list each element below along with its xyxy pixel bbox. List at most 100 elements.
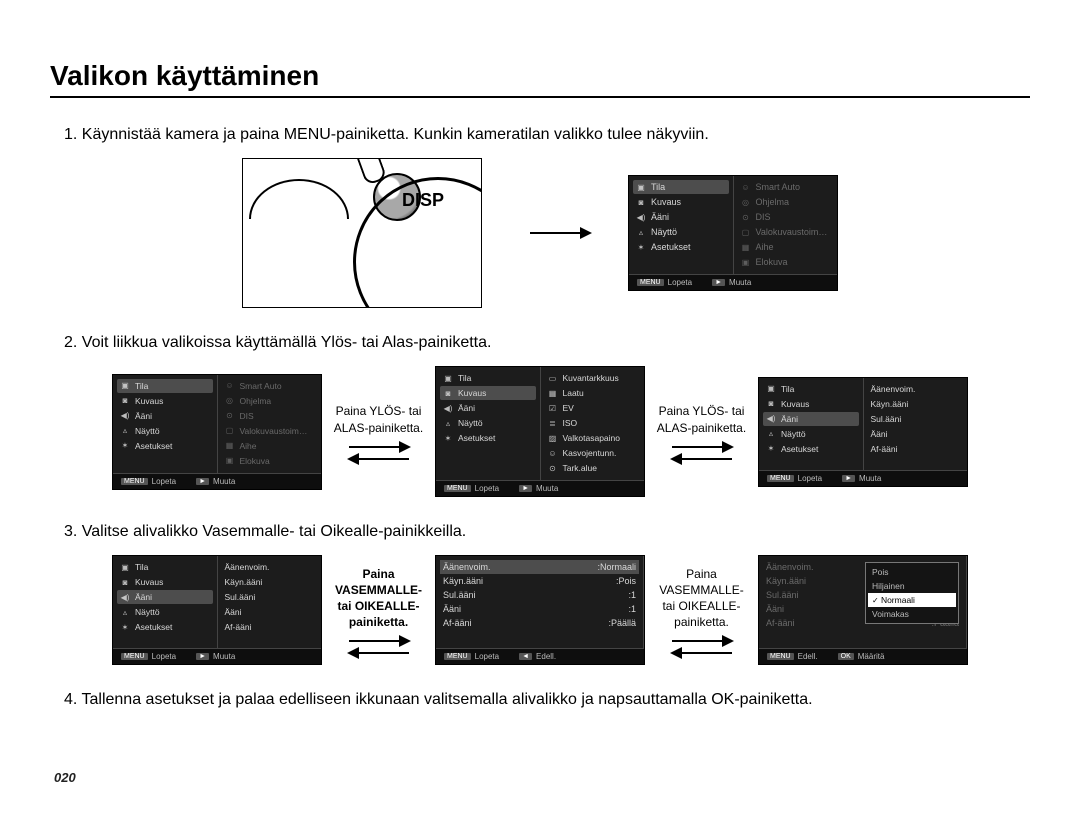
menu-item: ◀)Ääni: [117, 590, 213, 604]
menu-item: ◀)Ääni: [440, 401, 536, 415]
menu-item: ◀)Ääni: [763, 412, 859, 426]
dial-label: DISP: [402, 190, 444, 211]
menu-item: ▵Näyttö: [117, 424, 213, 438]
camera-drawing: DISP: [242, 158, 482, 308]
submenu-row: Äänenvoim.:Normaali: [440, 560, 639, 574]
submenu-row: Sul.ääni:1: [440, 588, 639, 602]
menu-item: ▣Tila: [763, 382, 859, 396]
menu-item: Käyn.ääni: [222, 575, 318, 589]
row-3: ▣Tila ◙Kuvaus ◀)Ääni ▵Näyttö ✶Asetukset …: [50, 555, 1030, 665]
menu-item: Af-ääni: [222, 620, 318, 634]
menu-item: Ääni: [222, 605, 318, 619]
popup-option: Pois: [868, 565, 956, 579]
menu-item: ▦Aihe: [222, 439, 318, 453]
mid-label: Paina VASEMMALLE- tai OIKEALLE-painikett…: [326, 566, 431, 631]
menu-item: ✶Asetukset: [763, 442, 859, 456]
menu-item: ✶Asetukset: [117, 439, 213, 453]
arrow-left-icon: [672, 458, 732, 460]
menu-item: ≣ISO: [545, 416, 641, 430]
lcd-panel-3c: Äänenvoim. Käyn.ääni Sul.ääni Ääni Af-ää…: [758, 555, 968, 665]
arrow-right-icon: [349, 640, 409, 642]
arrow-right-icon: [672, 640, 732, 642]
arrow-left-icon: [349, 652, 409, 654]
page-title: Valikon käyttäminen: [50, 60, 1030, 98]
menu-item: ▢Valokuvaustoim…: [222, 424, 318, 438]
menu-item: ◙Kuvaus: [117, 394, 213, 408]
menu-item: ◎Ohjelma: [222, 394, 318, 408]
menu-item: ▣Elokuva: [222, 454, 318, 468]
submenu-row: Af-ääni:Päällä: [440, 616, 639, 630]
menu-item: Ääni: [868, 427, 964, 441]
menu-item: ◀)Ääni: [117, 409, 213, 423]
menu-item: Äänenvoim.: [868, 382, 964, 396]
popup-option-selected: Normaali: [868, 593, 956, 607]
arrow-left-icon: [672, 652, 732, 654]
step-2-text: 2. Voit liikkua valikoissa käyttämällä Y…: [64, 334, 1030, 352]
lcd-panel-2b: ▣Tila ◙Kuvaus ◀)Ääni ▵Näyttö ✶Asetukset …: [435, 366, 645, 497]
menu-item: ▵Näyttö: [763, 427, 859, 441]
menu-item: ⊙Tark.alue: [545, 461, 641, 475]
menu-item: ▣Tila: [633, 180, 729, 194]
step-4-text: 4. Tallenna asetukset ja palaa edellisee…: [64, 691, 1030, 709]
arrows-and-label: Paina YLÖS- tai ALAS-painiketta.: [326, 403, 431, 459]
menu-item: ▭Kuvantarkkuus: [545, 371, 641, 385]
arrow-right-icon: [672, 446, 732, 448]
menu-item: ▨Valkotasapaino: [545, 431, 641, 445]
arrow-left-icon: [349, 458, 409, 460]
step-3-text: 3. Valitse alivalikko Vasemmalle- tai Oi…: [64, 523, 1030, 541]
menu-item: ✶Asetukset: [117, 620, 213, 634]
submenu-row: Käyn.ääni:Pois: [440, 574, 639, 588]
menu-item: ◙Kuvaus: [633, 195, 729, 209]
menu-item: ▣Tila: [117, 379, 213, 393]
menu-item: ◙Kuvaus: [117, 575, 213, 589]
menu-item: ▦Aihe: [738, 240, 834, 254]
lcd-panel-2c: ▣Tila ◙Kuvaus ◀)Ääni ▵Näyttö ✶Asetukset …: [758, 377, 968, 487]
menu-item: ▢Valokuvaustoim…: [738, 225, 834, 239]
menu-item: ▦Laatu: [545, 386, 641, 400]
menu-item: ⊙DIS: [738, 210, 834, 224]
menu-item: Af-ääni: [868, 442, 964, 456]
popup-option: Voimakas: [868, 607, 956, 621]
mid-label: Paina YLÖS- tai ALAS-painiketta.: [326, 403, 431, 435]
menu-item: ✶Asetukset: [440, 431, 536, 445]
lcd-panel-3b: Äänenvoim.:Normaali Käyn.ääni:Pois Sul.ä…: [435, 555, 645, 665]
menu-item: ☺Kasvojentunn.: [545, 446, 641, 460]
row-1: DISP ▣Tila ◙Kuvaus ◀)Ääni ▵Näyttö ✶Asetu…: [50, 158, 1030, 308]
arrows-and-label: Paina VASEMMALLE- tai OIKEALLE-painikett…: [326, 566, 431, 655]
page-number: 020: [54, 770, 76, 785]
lcd-panel-3a: ▣Tila ◙Kuvaus ◀)Ääni ▵Näyttö ✶Asetukset …: [112, 555, 322, 665]
menu-item: Äänenvoim.: [222, 560, 318, 574]
arrows-and-label: Paina YLÖS- tai ALAS-painiketta.: [649, 403, 754, 459]
popup-option: Hiljainen: [868, 579, 956, 593]
mid-label: Paina VASEMMALLE- tai OIKEALLE-painikett…: [649, 566, 754, 631]
menu-item: ✶Asetukset: [633, 240, 729, 254]
submenu-row: Ääni:1: [440, 602, 639, 616]
menu-item: ▣Tila: [440, 371, 536, 385]
menu-item: ▣Elokuva: [738, 255, 834, 269]
option-popup: Pois Hiljainen Normaali Voimakas: [865, 562, 959, 624]
menu-item: ☑EV: [545, 401, 641, 415]
menu-item: ☺Smart Auto: [738, 180, 834, 194]
row-2: ▣Tila ◙Kuvaus ◀)Ääni ▵Näyttö ✶Asetukset …: [50, 366, 1030, 497]
menu-item: ◙Kuvaus: [440, 386, 536, 400]
menu-item: ▵Näyttö: [440, 416, 536, 430]
menu-item: ⊙DIS: [222, 409, 318, 423]
menu-item: ◙Kuvaus: [763, 397, 859, 411]
lcd-panel-1: ▣Tila ◙Kuvaus ◀)Ääni ▵Näyttö ✶Asetukset …: [628, 175, 838, 291]
lcd-footer: MENULopeta ►Muuta: [629, 274, 837, 290]
menu-item: Sul.ääni: [222, 590, 318, 604]
menu-item: ◎Ohjelma: [738, 195, 834, 209]
lcd-panel-2a: ▣Tila ◙Kuvaus ◀)Ääni ▵Näyttö ✶Asetukset …: [112, 374, 322, 490]
mid-label: Paina YLÖS- tai ALAS-painiketta.: [649, 403, 754, 435]
step-1-text: 1. Käynnistää kamera ja paina MENU-paini…: [64, 126, 1030, 144]
menu-item: ◀)Ääni: [633, 210, 729, 224]
menu-item: Sul.ääni: [868, 412, 964, 426]
menu-item: Käyn.ääni: [868, 397, 964, 411]
arrow-right-icon: [530, 232, 590, 234]
menu-item: ▵Näyttö: [633, 225, 729, 239]
menu-item: ▣Tila: [117, 560, 213, 574]
menu-item: ☺Smart Auto: [222, 379, 318, 393]
arrows-and-label: Paina VASEMMALLE- tai OIKEALLE-painikett…: [649, 566, 754, 655]
arrow-right-icon: [349, 446, 409, 448]
menu-item: ▵Näyttö: [117, 605, 213, 619]
